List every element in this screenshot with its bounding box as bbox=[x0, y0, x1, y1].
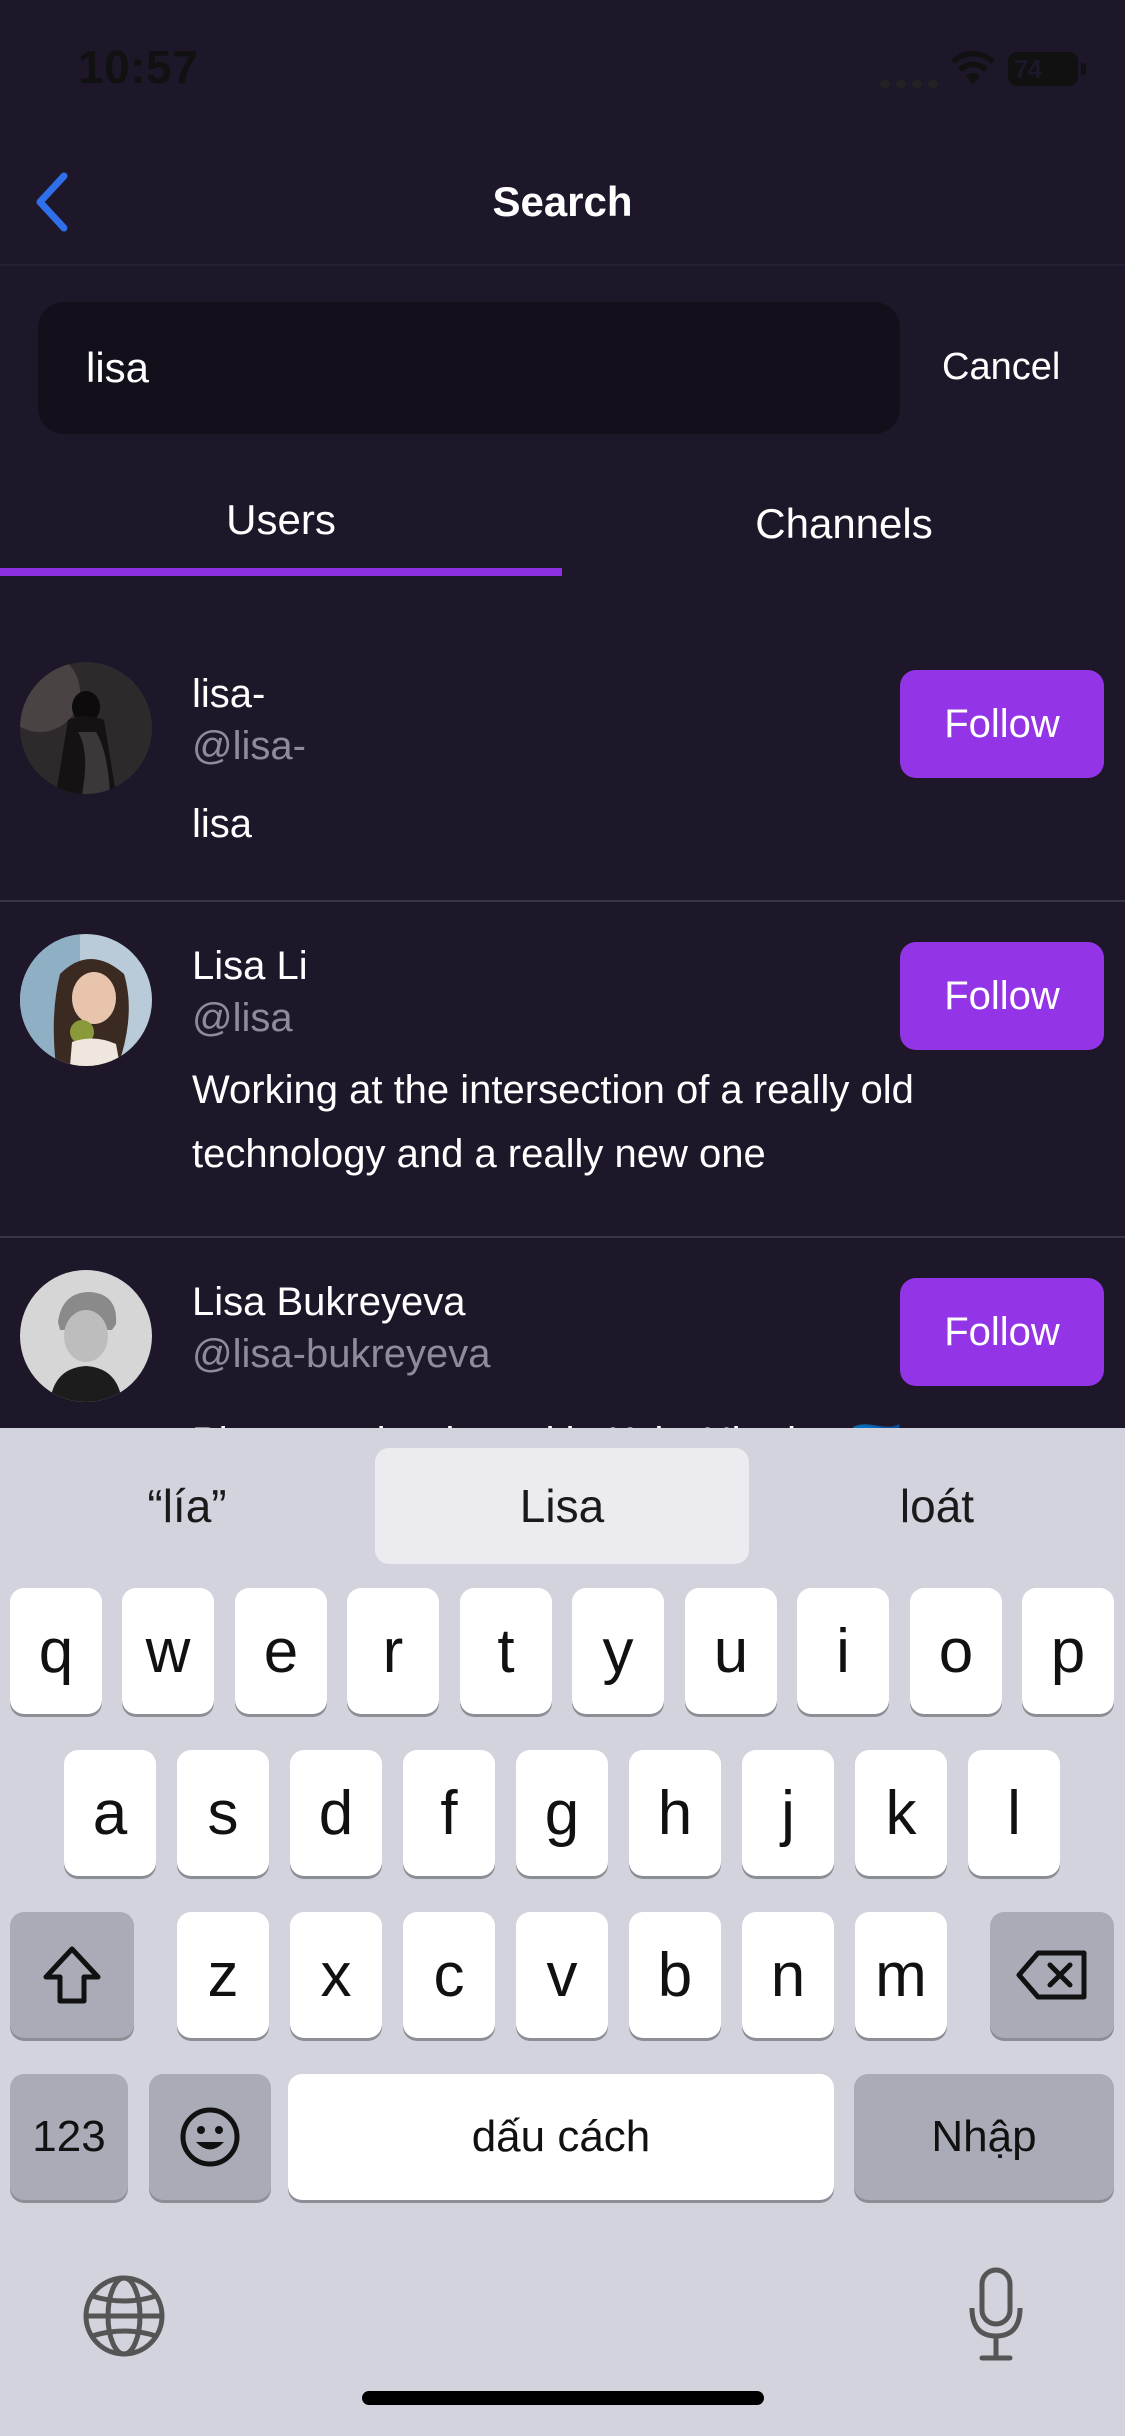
key-b[interactable]: b bbox=[629, 1912, 721, 2038]
user-bio: Working at the intersection of a really … bbox=[192, 1068, 914, 1176]
status-bar: 10:57 74 bbox=[0, 0, 1125, 140]
key-i[interactable]: i bbox=[797, 1588, 889, 1714]
user-display-name: Lisa Li bbox=[192, 944, 308, 988]
emoji-icon bbox=[180, 2107, 240, 2167]
user-row[interactable]: Lisa Li @lisa Working at the intersectio… bbox=[0, 902, 1125, 1238]
key-g[interactable]: g bbox=[516, 1750, 608, 1876]
backspace-icon bbox=[1016, 1950, 1087, 2000]
key-p[interactable]: p bbox=[1022, 1588, 1114, 1714]
key-z[interactable]: z bbox=[177, 1912, 269, 2038]
key-r[interactable]: r bbox=[347, 1588, 439, 1714]
user-display-name: Lisa Bukreyeva bbox=[192, 1280, 466, 1324]
avatar[interactable] bbox=[20, 1270, 152, 1402]
key-y[interactable]: y bbox=[572, 1588, 664, 1714]
status-time: 10:57 bbox=[78, 41, 199, 93]
user-bio: Photographer based in Kyiv, Ukraine 🇺🇦 bbox=[192, 1410, 1052, 1428]
battery-level: 74 bbox=[1014, 54, 1042, 84]
key-a[interactable]: a bbox=[64, 1750, 156, 1876]
page-title: Search bbox=[492, 178, 633, 225]
follow-button[interactable]: Follow bbox=[900, 942, 1104, 1050]
nav-bar: Search bbox=[0, 140, 1125, 266]
home-indicator bbox=[362, 2391, 764, 2405]
follow-button[interactable]: Follow bbox=[900, 1278, 1104, 1386]
key-h[interactable]: h bbox=[629, 1750, 721, 1876]
key-u[interactable]: u bbox=[685, 1588, 777, 1714]
tab-users-label: Users bbox=[226, 496, 336, 543]
key-o[interactable]: o bbox=[910, 1588, 1002, 1714]
user-results-list[interactable]: lisa- @lisa- lisa Follow Lisa Li @lisa W… bbox=[0, 620, 1125, 1428]
tab-users[interactable]: Users bbox=[0, 470, 562, 576]
user-handle: @lisa bbox=[192, 996, 293, 1040]
space-key[interactable]: dấu cách bbox=[288, 2074, 834, 2200]
suggestion-2[interactable]: Lisa bbox=[375, 1448, 749, 1564]
user-row[interactable]: Lisa Bukreyeva @lisa-bukreyeva Photograp… bbox=[0, 1238, 1125, 1428]
microphone-icon[interactable] bbox=[966, 2266, 1026, 2366]
backspace-key[interactable] bbox=[990, 1912, 1114, 2038]
key-n[interactable]: n bbox=[742, 1912, 834, 2038]
key-f[interactable]: f bbox=[403, 1750, 495, 1876]
shift-icon bbox=[43, 1946, 101, 2004]
user-handle: @lisa- bbox=[192, 724, 306, 768]
key-m[interactable]: m bbox=[855, 1912, 947, 2038]
suggestion-1[interactable]: “lía” bbox=[0, 1448, 374, 1564]
key-q[interactable]: q bbox=[10, 1588, 102, 1714]
key-j[interactable]: j bbox=[742, 1750, 834, 1876]
tab-channels-label: Channels bbox=[755, 500, 933, 547]
battery-icon: 74 bbox=[1008, 52, 1086, 86]
key-c[interactable]: c bbox=[403, 1912, 495, 2038]
cancel-button[interactable]: Cancel bbox=[942, 346, 1060, 389]
tab-bar: Users Channels bbox=[0, 470, 1125, 576]
avatar[interactable] bbox=[20, 934, 152, 1066]
keyboard: “lía” Lisa loát q w e r t y u i o p a s … bbox=[0, 1428, 1125, 2436]
user-bio: lisa bbox=[192, 802, 253, 846]
key-e[interactable]: e bbox=[235, 1588, 327, 1714]
return-key[interactable]: Nhập bbox=[854, 2074, 1114, 2200]
active-tab-indicator bbox=[0, 568, 562, 576]
user-handle: @lisa-bukreyeva bbox=[192, 1332, 491, 1376]
search-field[interactable] bbox=[38, 302, 900, 434]
shift-key[interactable] bbox=[10, 1912, 134, 2038]
user-row[interactable]: lisa- @lisa- lisa Follow bbox=[0, 620, 1125, 902]
key-x[interactable]: x bbox=[290, 1912, 382, 2038]
key-v[interactable]: v bbox=[516, 1912, 608, 2038]
user-display-name: lisa- bbox=[192, 672, 266, 716]
wifi-icon bbox=[951, 50, 995, 84]
key-l[interactable]: l bbox=[968, 1750, 1060, 1876]
numbers-key[interactable]: 123 bbox=[10, 2074, 128, 2200]
follow-button[interactable]: Follow bbox=[900, 670, 1104, 778]
key-k[interactable]: k bbox=[855, 1750, 947, 1876]
key-t[interactable]: t bbox=[460, 1588, 552, 1714]
search-input[interactable] bbox=[86, 340, 846, 396]
suggestion-3[interactable]: loát bbox=[750, 1448, 1124, 1564]
key-w[interactable]: w bbox=[122, 1588, 214, 1714]
key-d[interactable]: d bbox=[290, 1750, 382, 1876]
avatar[interactable] bbox=[20, 662, 152, 794]
tab-channels[interactable]: Channels bbox=[563, 470, 1125, 576]
emoji-key[interactable] bbox=[149, 2074, 271, 2200]
cellular-signal-icon bbox=[880, 78, 938, 88]
globe-icon[interactable] bbox=[82, 2274, 166, 2358]
key-s[interactable]: s bbox=[177, 1750, 269, 1876]
